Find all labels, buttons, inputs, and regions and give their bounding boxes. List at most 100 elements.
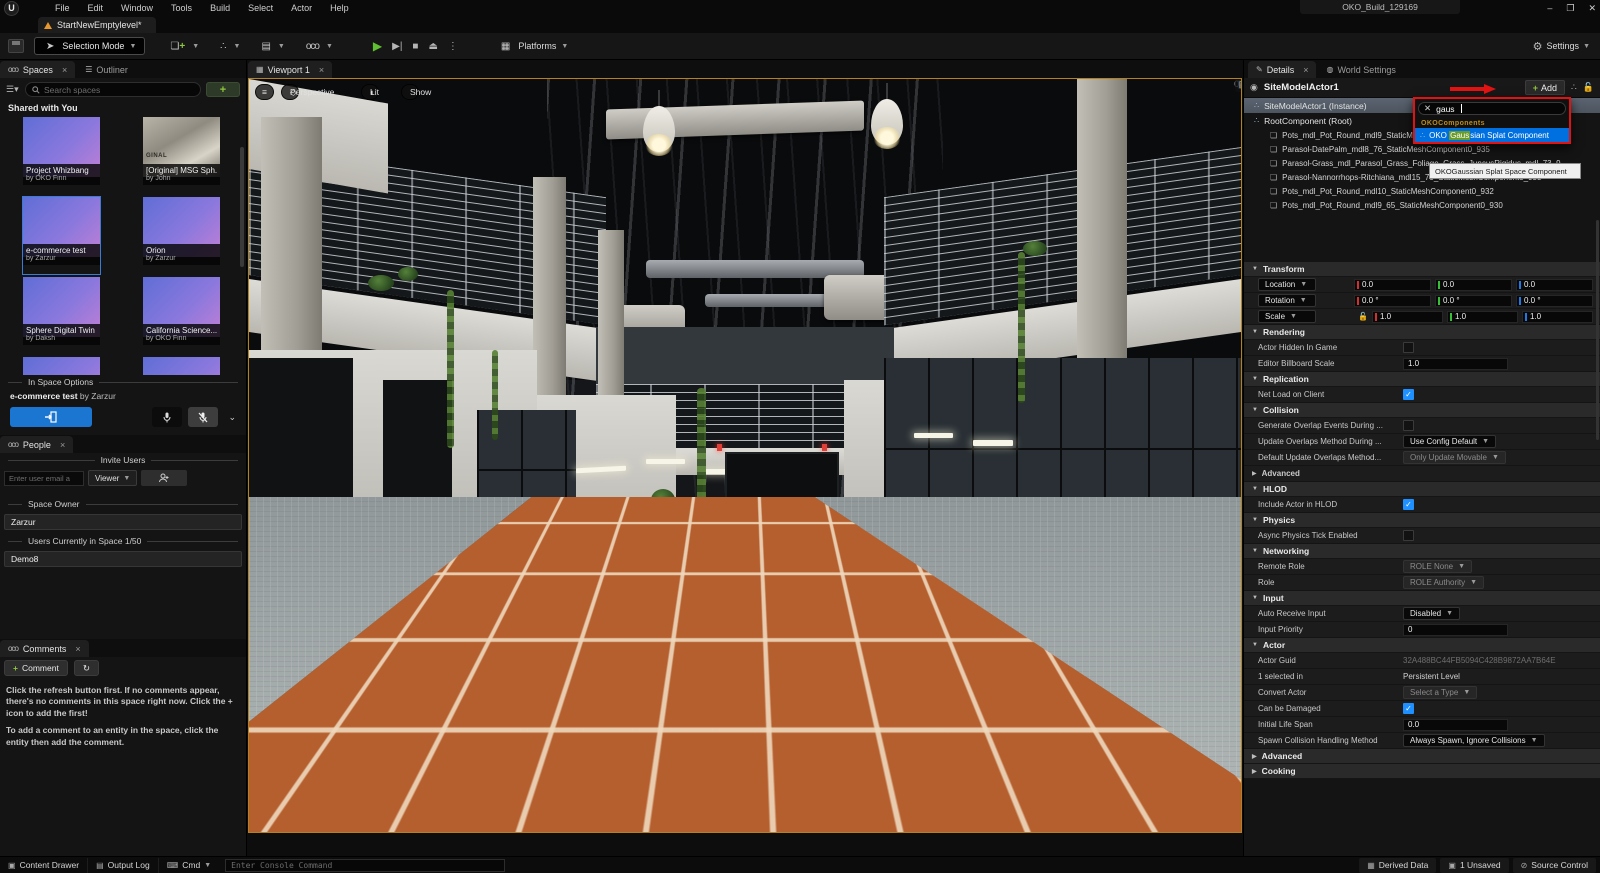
scale-lock-icon[interactable]: 🔓 (1358, 312, 1368, 321)
menu-actor[interactable]: Actor (283, 1, 320, 15)
component-row[interactable]: ❏Pots_mdl_Pot_Round_mdl10_StaticMeshComp… (1244, 184, 1600, 198)
clear-search-icon[interactable]: ✕ (1424, 103, 1431, 114)
space-card[interactable]: e-commerce testby Zarzur (23, 197, 100, 274)
checkbox[interactable] (1403, 342, 1414, 353)
value-input[interactable]: 0.0 (1403, 719, 1508, 731)
axis-value-field[interactable]: 1.0 (1522, 311, 1593, 323)
add-comment-button[interactable]: + Comment (4, 660, 68, 676)
blueprint-convert-icon[interactable]: ∴ (1571, 82, 1577, 93)
refresh-comments-button[interactable]: ↻ (74, 660, 99, 676)
category-input[interactable]: ▼Input (1244, 591, 1600, 606)
category-rendering[interactable]: ▼Rendering (1244, 325, 1600, 340)
value-input[interactable]: 0 (1403, 624, 1508, 636)
space-card[interactable]: Project Whizbangby OKO Finn (23, 117, 100, 194)
close-icon[interactable]: × (1303, 65, 1308, 75)
tab-comments[interactable]: oco Comments × (0, 640, 89, 657)
select-dropdown[interactable]: ROLE Authority▼ (1403, 576, 1484, 589)
camera-speed-button[interactable]: ▣ 4 (1235, 78, 1242, 92)
frame-skip-button[interactable]: ▶| (392, 41, 402, 52)
add-actor-chevron[interactable]: ▼ (192, 43, 199, 50)
axis-value-field[interactable]: 1.0 (1372, 311, 1443, 323)
category-cooking[interactable]: ▶Cooking (1244, 764, 1600, 779)
space-card[interactable]: Sphere Digital Twinby Daksh (23, 277, 100, 354)
space-card[interactable] (143, 357, 220, 375)
menu-build[interactable]: Build (202, 1, 238, 15)
unlocked-icon[interactable]: 🔓 (1583, 82, 1594, 93)
show-dropdown[interactable]: Show (401, 84, 419, 100)
add-actor-icon[interactable]: ❏+ (167, 41, 188, 52)
menu-help[interactable]: Help (322, 1, 357, 15)
space-card[interactable]: GINAL[Original] MSG Sph...by John (143, 117, 220, 194)
checkbox[interactable]: ✓ (1403, 703, 1414, 714)
space-card[interactable] (23, 357, 100, 375)
tab-world-settings[interactable]: ◍ World Settings (1318, 61, 1403, 78)
property-row[interactable]: ▶ Advanced (1244, 466, 1600, 482)
tab-outliner[interactable]: ☰ Outliner (77, 61, 136, 78)
derived-data-button[interactable]: ▦ Derived Data (1359, 858, 1436, 873)
link-chevron[interactable]: ▼ (326, 43, 333, 50)
rotation-dropdown[interactable]: Rotation▼ (1258, 294, 1316, 307)
scale-dropdown[interactable]: Scale▼ (1258, 310, 1316, 323)
invite-user-button[interactable] (141, 470, 187, 486)
close-button[interactable]: ✕ (1588, 3, 1596, 14)
blueprints-icon[interactable]: ∴ (217, 41, 229, 52)
axis-value-field[interactable]: 0.0 (1516, 279, 1593, 291)
space-owner-item[interactable]: Zarzur (4, 514, 242, 530)
close-icon[interactable]: × (319, 65, 324, 75)
perspective-dropdown[interactable]: ◇ Perspective (281, 84, 299, 100)
checkbox[interactable] (1403, 530, 1414, 541)
tab-spaces[interactable]: oco Spaces × (0, 61, 75, 78)
mic-on-button[interactable] (152, 407, 182, 427)
menu-window[interactable]: Window (113, 1, 161, 15)
axis-value-field[interactable]: 0.0 ° (1354, 295, 1431, 307)
axis-value-field[interactable]: 0.0 (1435, 279, 1512, 291)
settings-dropdown[interactable]: ⚙ Settings ▼ (1533, 40, 1590, 53)
cmd-dropdown[interactable]: ⌨ Cmd ▼ (159, 858, 219, 873)
platforms-dropdown[interactable]: ▦ Platforms ▼ (498, 41, 568, 52)
content-drawer-button[interactable]: ▣ Content Drawer (0, 858, 88, 873)
add-space-button[interactable]: + (206, 82, 240, 97)
source-control-button[interactable]: ⊘ Source Control (1513, 858, 1596, 873)
viewport-menu-button[interactable]: ≡ (255, 84, 274, 100)
space-card[interactable]: Orionby Zarzur (143, 197, 220, 274)
role-select[interactable]: Viewer ▼ (88, 470, 137, 486)
category-advanced[interactable]: ▶Advanced (1244, 749, 1600, 764)
category-actor[interactable]: ▼Actor (1244, 638, 1600, 653)
component-search-input[interactable]: ✕ gaus (1418, 102, 1566, 115)
filter-icon[interactable]: ☰▾ (6, 84, 20, 95)
component-result-item[interactable]: ∴ OKO Gaussian Splat Component (1415, 128, 1569, 142)
viewport-3d[interactable]: z y x ≡ ◇ Perspective ◐ Lit Show ➤ ✛ ↻ ⤢… (248, 78, 1242, 833)
axis-value-field[interactable]: 1.0 (1447, 311, 1518, 323)
category-transform[interactable]: ▼Transform (1244, 262, 1600, 277)
eject-button[interactable]: ⏏ (428, 41, 437, 52)
save-icon[interactable] (8, 39, 24, 53)
category-replication[interactable]: ▼Replication (1244, 372, 1600, 387)
console-command-input[interactable]: Enter Console Command (225, 859, 505, 872)
select-dropdown[interactable]: ROLE None▼ (1403, 560, 1472, 573)
add-component-button[interactable]: + Add (1525, 80, 1565, 95)
user-item[interactable]: Demo8 (4, 551, 242, 567)
select-dropdown[interactable]: Use Config Default▼ (1403, 435, 1496, 448)
close-icon[interactable]: × (62, 65, 67, 75)
select-dropdown[interactable]: Select a Type▼ (1403, 686, 1477, 699)
spaces-scrollbar[interactable] (240, 147, 244, 267)
invite-email-input[interactable]: Enter user email a (4, 471, 84, 486)
lit-dropdown[interactable]: ◐ Lit (361, 84, 379, 100)
maximize-button[interactable]: ❐ (1566, 3, 1574, 14)
details-scrollbar[interactable] (1596, 220, 1599, 440)
link-icon[interactable]: oco (303, 41, 322, 52)
close-icon[interactable]: × (75, 644, 80, 654)
stop-button[interactable]: ■ (412, 41, 418, 52)
category-collision[interactable]: ▼Collision (1244, 403, 1600, 418)
output-log-button[interactable]: ▤ Output Log (88, 858, 159, 873)
tab-details[interactable]: ✎ Details × (1248, 61, 1316, 78)
level-tab[interactable]: StartNewEmptylevel* (38, 17, 156, 33)
minimize-button[interactable]: – (1547, 3, 1552, 13)
cinematics-icon[interactable]: ▤ (258, 41, 273, 52)
space-card[interactable]: California Science...by OKO Finn (143, 277, 220, 354)
select-dropdown[interactable]: Disabled▼ (1403, 607, 1460, 620)
component-row[interactable]: ❏Parasol-DatePalm_mdl8_76_StaticMeshComp… (1244, 142, 1600, 156)
blueprints-chevron[interactable]: ▼ (234, 43, 241, 50)
voice-options-chevron[interactable]: ⌄ (228, 412, 236, 423)
cinematics-chevron[interactable]: ▼ (278, 43, 285, 50)
